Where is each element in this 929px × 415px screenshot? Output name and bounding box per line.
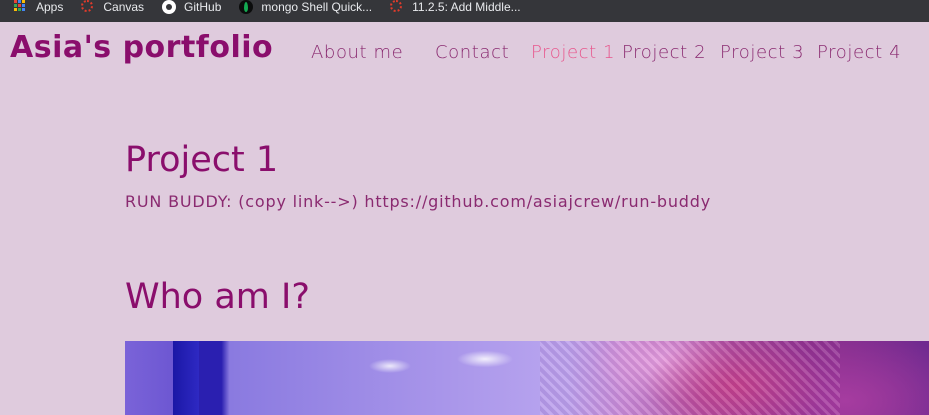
bookmark-mongo-shell[interactable]: mongo Shell Quick...	[239, 0, 372, 14]
project-heading: Project 1	[125, 140, 279, 180]
project-description: RUN BUDDY: (copy link-->) https://github…	[125, 192, 711, 211]
photo-detail	[540, 341, 840, 415]
nav-project-2[interactable]: Project 2	[622, 42, 706, 63]
nav-contact[interactable]: Contact	[435, 42, 509, 63]
nav-about-me[interactable]: About me	[311, 42, 403, 63]
bookmark-label: GitHub	[184, 0, 222, 14]
bookmarks-bar: Apps Canvas GitHub mongo Shell Quick... …	[0, 0, 929, 22]
canvas-icon	[390, 0, 404, 14]
bookmark-label: Apps	[36, 0, 64, 14]
bookmark-label: mongo Shell Quick...	[261, 0, 373, 14]
main-nav: About me Contact Project 1 Project 2 Pro…	[0, 22, 929, 82]
profile-photo	[125, 341, 929, 415]
mongodb-leaf-icon	[239, 0, 254, 14]
about-heading: Who am I?	[125, 277, 310, 317]
bookmark-label: 11.2.5: Add Middle...	[412, 0, 521, 14]
bookmark-label: Canvas	[103, 0, 145, 14]
nav-project-1[interactable]: Project 1	[531, 42, 615, 63]
canvas-icon	[81, 0, 95, 14]
bookmark-add-middleware[interactable]: 11.2.5: Add Middle...	[390, 0, 521, 14]
bookmark-apps[interactable]: Apps	[14, 0, 63, 14]
photo-detail	[173, 341, 199, 415]
apps-grid-icon	[14, 0, 28, 14]
bookmark-github[interactable]: GitHub	[162, 0, 221, 14]
github-icon	[162, 0, 177, 14]
site-header: Asia's portfolio About me Contact Projec…	[0, 22, 929, 82]
nav-project-4[interactable]: Project 4	[817, 42, 901, 63]
bookmark-canvas[interactable]: Canvas	[81, 0, 144, 14]
nav-project-3[interactable]: Project 3	[720, 42, 804, 63]
